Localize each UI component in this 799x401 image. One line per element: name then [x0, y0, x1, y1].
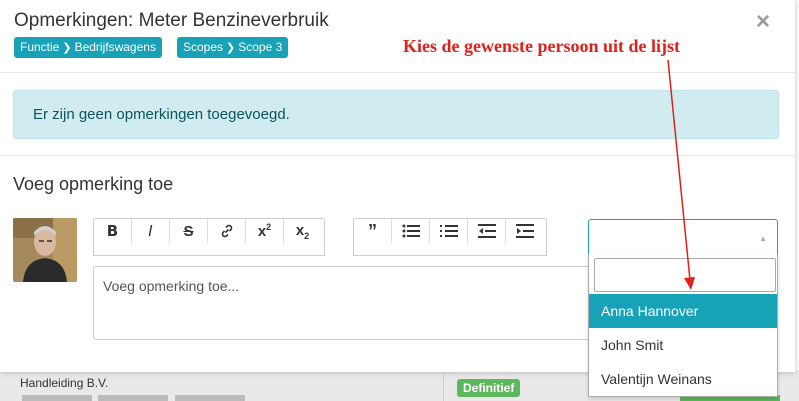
- indent-icon[interactable]: [506, 219, 543, 243]
- section-divider: [0, 155, 795, 156]
- background-company-name: Handleiding B.V.: [20, 376, 109, 390]
- subscript-icon[interactable]: x2: [284, 219, 321, 243]
- caret-up-icon: ▲: [759, 234, 767, 243]
- dropdown-option[interactable]: Valentijn Weinans: [589, 362, 777, 396]
- quote-icon[interactable]: ”: [354, 219, 392, 243]
- avatar: [13, 218, 77, 282]
- link-icon[interactable]: [208, 219, 246, 243]
- background-bar: [98, 395, 168, 401]
- tag-label: Scopes: [183, 40, 224, 54]
- outdent-icon[interactable]: [468, 219, 506, 243]
- background-bar: [175, 395, 245, 401]
- chevron-right-icon: ❯: [226, 42, 236, 54]
- tag-value: Scope 3: [238, 40, 283, 54]
- dropdown-option[interactable]: Anna Hannover: [589, 294, 777, 328]
- italic-icon[interactable]: I: [132, 219, 170, 243]
- editor-placeholder: Voeg opmerking toe...: [103, 278, 240, 294]
- info-alert: Er zijn geen opmerkingen toegevoegd.: [13, 90, 779, 139]
- strikethrough-icon[interactable]: S: [170, 219, 208, 243]
- dropdown-option[interactable]: John Smit: [589, 328, 777, 362]
- bullet-list-icon[interactable]: [392, 219, 430, 243]
- chevron-right-icon: ❯: [62, 42, 72, 54]
- formatting-toolbar: B I S x2 x2: [93, 218, 325, 256]
- person-dropdown: Anna Hannover John Smit Valentijn Weinan…: [588, 254, 778, 397]
- modal-title: Opmerkingen: Meter Benzineverbruik: [14, 10, 329, 31]
- background-divider: [443, 372, 444, 401]
- comment-editor[interactable]: Voeg opmerking toe...: [93, 266, 595, 340]
- person-select[interactable]: ▲: [588, 219, 778, 256]
- list-toolbar: ”: [353, 218, 547, 256]
- header-divider: [0, 72, 795, 73]
- instruction-annotation: Kies de gewenste persoon uit de lijst: [403, 36, 680, 56]
- close-icon[interactable]: ×: [756, 10, 770, 34]
- alert-text: Er zijn geen opmerkingen toegevoegd.: [33, 106, 290, 123]
- dropdown-search-input[interactable]: [594, 258, 776, 292]
- tag-label: Functie: [20, 40, 60, 54]
- status-badge: Definitief: [457, 379, 521, 397]
- bold-icon[interactable]: B: [94, 219, 132, 243]
- background-bar: [22, 395, 92, 401]
- tag-scopes: Scopes ❯ Scope 3: [177, 37, 289, 58]
- superscript-icon[interactable]: x2: [246, 219, 284, 243]
- section-title: Voeg opmerking toe: [13, 174, 174, 194]
- numbered-list-icon[interactable]: [430, 219, 468, 243]
- tag-value: Bedrijfswagens: [74, 40, 156, 54]
- tag-functie: Functie ❯ Bedrijfswagens: [14, 37, 162, 58]
